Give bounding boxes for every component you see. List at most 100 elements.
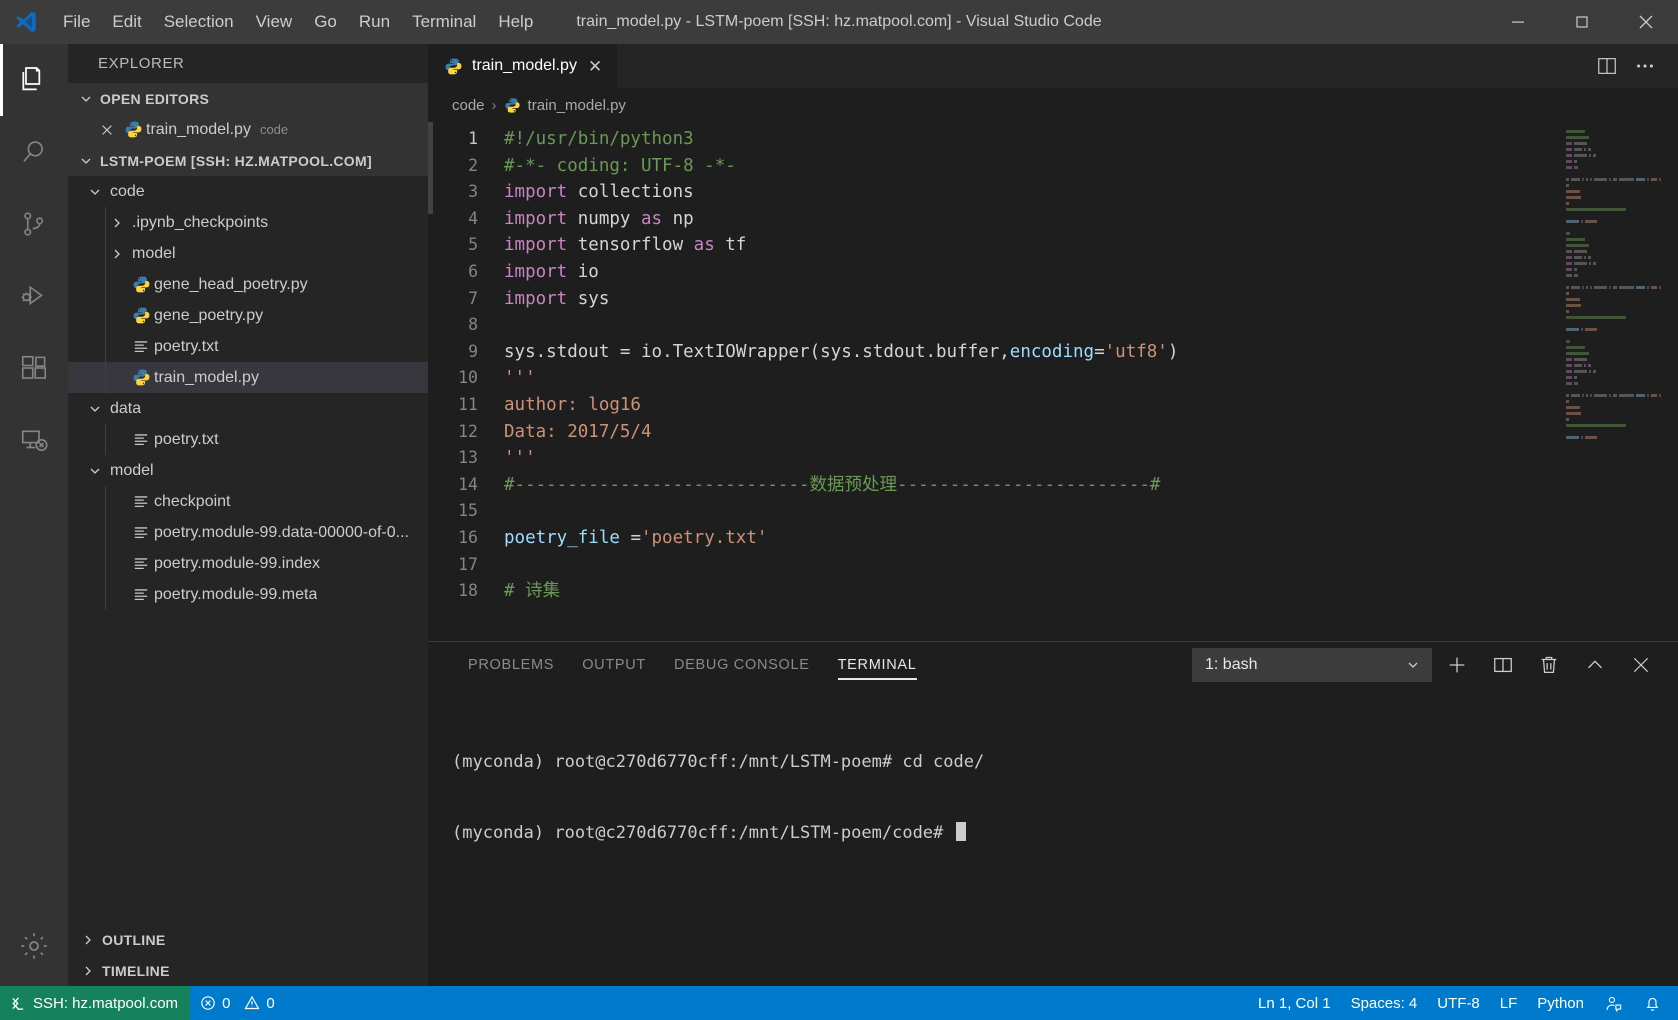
code-line[interactable]: 4 import numpy as np bbox=[428, 206, 1678, 233]
code-line[interactable]: 12 Data: 2017/5/4 bbox=[428, 419, 1678, 446]
tree-item-gene-head-poetry-py[interactable]: gene_head_poetry.py bbox=[68, 269, 428, 300]
code-line[interactable]: 9 sys.stdout = io.TextIOWrapper(sys.stdou… bbox=[428, 339, 1678, 366]
indentation[interactable]: Spaces: 4 bbox=[1341, 986, 1428, 1020]
search-icon[interactable] bbox=[0, 116, 68, 188]
code-line[interactable]: 14 #----------------------------数据预处理----… bbox=[428, 472, 1678, 499]
menu-help[interactable]: Help bbox=[487, 8, 544, 36]
menu-view[interactable]: View bbox=[245, 8, 304, 36]
more-actions-icon[interactable] bbox=[1630, 51, 1660, 81]
run-and-debug-icon[interactable] bbox=[0, 260, 68, 332]
tab-close-icon[interactable]: ✕ bbox=[586, 56, 604, 77]
code-line[interactable]: 18 # 诗集 bbox=[428, 578, 1678, 605]
tree-item-model[interactable]: model bbox=[68, 238, 428, 269]
terminal-selector[interactable]: 1: bash bbox=[1192, 648, 1432, 682]
code-line[interactable]: 16 poetry_file ='poetry.txt' bbox=[428, 525, 1678, 552]
chevron-down-icon[interactable] bbox=[84, 463, 106, 479]
maximize-button[interactable] bbox=[1550, 0, 1614, 44]
tab-train-model-py[interactable]: train_model.py ✕ bbox=[428, 44, 619, 88]
chevron-right-icon[interactable] bbox=[106, 215, 128, 231]
eol[interactable]: LF bbox=[1490, 986, 1528, 1020]
timeline-section-header[interactable]: TIMELINE bbox=[68, 955, 428, 986]
extensions-icon[interactable] bbox=[0, 332, 68, 404]
tree-item-poetry-module-99-index[interactable]: poetry.module-99.index bbox=[68, 548, 428, 579]
line-number: 5 bbox=[468, 235, 478, 255]
indent-guide bbox=[105, 331, 106, 362]
tab-output[interactable]: OUTPUT bbox=[568, 642, 660, 688]
terminal-output[interactable]: (myconda) root@c270d6770cff:/mnt/LSTM-po… bbox=[428, 688, 1678, 986]
workspace-section-header[interactable]: LSTM-POEM [SSH: HZ.MATPOOL.COM] bbox=[68, 145, 428, 176]
tree-item-data[interactable]: data bbox=[68, 393, 428, 424]
code-line[interactable]: 17 bbox=[428, 552, 1678, 579]
source-control-icon[interactable] bbox=[0, 188, 68, 260]
tab-terminal[interactable]: TERMINAL bbox=[824, 642, 931, 688]
minimap-line bbox=[1566, 418, 1662, 421]
split-editor-icon[interactable] bbox=[1592, 51, 1622, 81]
code-line[interactable]: 10 ''' bbox=[428, 365, 1678, 392]
minimap-line bbox=[1566, 130, 1662, 133]
chevron-down-icon bbox=[1405, 657, 1421, 673]
code-line[interactable]: 5 import tensorflow as tf bbox=[428, 232, 1678, 259]
menu-terminal[interactable]: Terminal bbox=[401, 8, 487, 36]
tree-item-poetry-txt[interactable]: poetry.txt bbox=[68, 424, 428, 455]
plus-icon[interactable] bbox=[1436, 644, 1478, 686]
tab-problems[interactable]: PROBLEMS bbox=[454, 642, 568, 688]
problems-status[interactable]: 0 0 bbox=[190, 986, 285, 1020]
code-line[interactable]: 6 import io bbox=[428, 259, 1678, 286]
open-editor-train-model[interactable]: train_model.py code bbox=[68, 114, 428, 145]
remote-indicator[interactable]: SSH: hz.matpool.com bbox=[0, 986, 191, 1020]
tree-item-poetry-module-99-data-00000-of-0-[interactable]: poetry.module-99.data-00000-of-0... bbox=[68, 517, 428, 548]
tree-item-gene-poetry-py[interactable]: gene_poetry.py bbox=[68, 300, 428, 331]
minimap-line bbox=[1566, 400, 1662, 403]
tree-item-model[interactable]: model bbox=[68, 455, 428, 486]
tree-item-poetry-txt[interactable]: poetry.txt bbox=[68, 331, 428, 362]
code-line[interactable]: 7 import sys bbox=[428, 286, 1678, 313]
menu-selection[interactable]: Selection bbox=[153, 8, 245, 36]
code-line[interactable]: 3 import collections bbox=[428, 179, 1678, 206]
tree-item-checkpoint[interactable]: checkpoint bbox=[68, 486, 428, 517]
code-lines[interactable]: 1 #!/usr/bin/python3 2 #-*- coding: UTF-8 -… bbox=[428, 122, 1678, 641]
code-line[interactable]: 15 bbox=[428, 498, 1678, 525]
bell-icon[interactable] bbox=[1633, 986, 1672, 1020]
open-editors-section-header[interactable]: OPEN EDITORS bbox=[68, 83, 428, 114]
menu-go[interactable]: Go bbox=[303, 8, 348, 36]
menu-file[interactable]: File bbox=[52, 8, 101, 36]
code-editor[interactable]: 1 #!/usr/bin/python3 2 #-*- coding: UTF-8 -… bbox=[428, 122, 1678, 641]
remote-explorer-icon[interactable] bbox=[0, 404, 68, 476]
editor-position[interactable]: Ln 1, Col 1 bbox=[1248, 986, 1341, 1020]
close-button[interactable] bbox=[1614, 0, 1678, 44]
language-mode[interactable]: Python bbox=[1527, 986, 1594, 1020]
explorer-icon[interactable] bbox=[0, 44, 68, 116]
code-line[interactable]: 11 author: log16 bbox=[428, 392, 1678, 419]
chevron-down-icon[interactable] bbox=[84, 401, 106, 417]
tree-item-poetry-module-99-meta[interactable]: poetry.module-99.meta bbox=[68, 579, 428, 610]
code-line[interactable]: 1 #!/usr/bin/python3 bbox=[428, 126, 1678, 153]
chevron-up-icon[interactable] bbox=[1574, 644, 1616, 686]
tree-item-code[interactable]: code bbox=[68, 176, 428, 207]
code-line[interactable]: 2 #-*- coding: UTF-8 -*- bbox=[428, 153, 1678, 180]
tree-item-train-model-py[interactable]: train_model.py bbox=[68, 362, 428, 393]
encoding[interactable]: UTF-8 bbox=[1427, 986, 1490, 1020]
tree-item-label: code bbox=[110, 182, 145, 200]
menu-edit[interactable]: Edit bbox=[101, 8, 152, 36]
tree-item-label: poetry.module-99.index bbox=[154, 554, 321, 572]
breadcrumb-item-file[interactable]: train_model.py bbox=[528, 97, 626, 114]
account-icon[interactable] bbox=[1594, 986, 1633, 1020]
outline-section-header[interactable]: OUTLINE bbox=[68, 924, 428, 955]
minimize-button[interactable] bbox=[1486, 0, 1550, 44]
split-icon[interactable] bbox=[1482, 644, 1524, 686]
breadcrumb-item-code[interactable]: code bbox=[452, 97, 485, 114]
close-icon[interactable] bbox=[1620, 644, 1662, 686]
minimap[interactable] bbox=[1566, 130, 1662, 500]
minimap-line bbox=[1566, 286, 1662, 289]
chevron-down-icon[interactable] bbox=[84, 184, 106, 200]
chevron-right-icon[interactable] bbox=[106, 246, 128, 262]
trash-icon[interactable] bbox=[1528, 644, 1570, 686]
gear-icon[interactable] bbox=[0, 906, 68, 986]
close-icon[interactable] bbox=[94, 123, 120, 137]
tab-debug-console[interactable]: DEBUG CONSOLE bbox=[660, 642, 824, 688]
tree-item--ipynb-checkpoints[interactable]: .ipynb_checkpoints bbox=[68, 207, 428, 238]
breadcrumb-separator: › bbox=[491, 96, 497, 114]
code-line[interactable]: 8 bbox=[428, 312, 1678, 339]
menu-run[interactable]: Run bbox=[348, 8, 401, 36]
code-line[interactable]: 13 ''' bbox=[428, 445, 1678, 472]
